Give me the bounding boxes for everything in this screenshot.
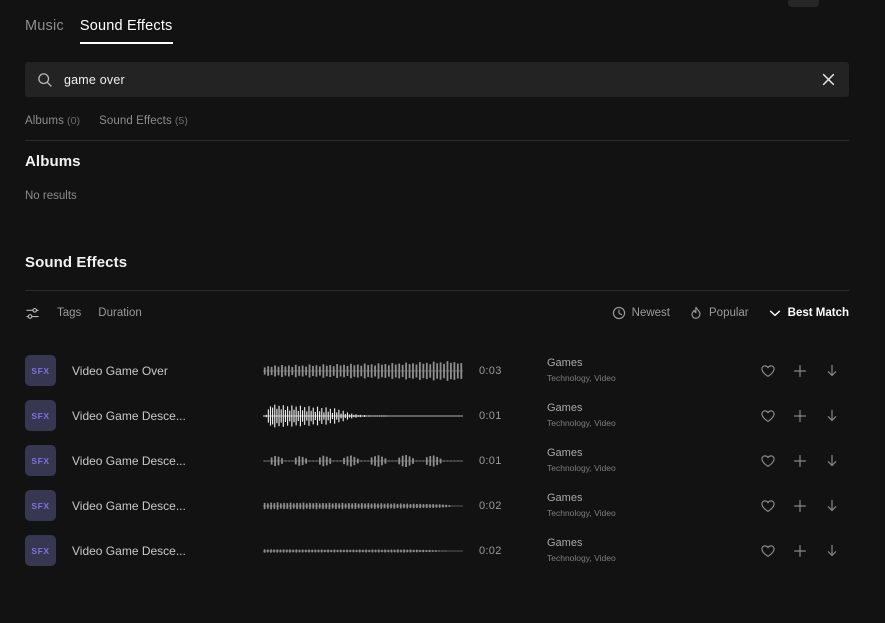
add-icon[interactable] [791,452,809,470]
sort-newest-label: Newest [631,307,670,319]
filter-sort-bar: Tags Duration Newest Popular Best Match [25,303,849,323]
waveform[interactable] [263,404,463,428]
track-tag-secondary[interactable]: Technology, Video [547,553,727,564]
track-tags: Games Technology, Video [547,537,727,563]
add-icon[interactable] [791,497,809,515]
divider-above-filterbar [25,290,849,291]
download-icon[interactable] [823,497,841,515]
track-duration: 0:02 [479,499,502,512]
clear-search-button[interactable] [815,67,841,93]
track-tag-secondary[interactable]: Technology, Video [547,463,727,474]
sort-controls: Newest Popular Best Match [612,306,849,320]
download-icon[interactable] [823,362,841,380]
track-tag-secondary[interactable]: Technology, Video [547,508,727,519]
sort-popular[interactable]: Popular [689,306,749,320]
track-duration: 0:02 [479,544,502,557]
track-actions [759,362,849,380]
track-row[interactable]: SFX Video Game Desce... 0:02 Games Technolog… [25,483,849,528]
sfx-badge[interactable]: SFX [25,355,56,386]
flame-icon [689,306,703,320]
sound-effects-section-title: Sound Effects [25,254,128,271]
sort-best-match-label: Best Match [787,307,849,319]
track-tag-secondary[interactable]: Technology, Video [547,373,727,384]
clipped-top-element [788,0,819,7]
sfx-badge[interactable]: SFX [25,490,56,521]
sort-newest[interactable]: Newest [612,306,670,320]
track-tags: Games Technology, Video [547,447,727,473]
favorite-icon[interactable] [759,452,777,470]
track-tag-primary[interactable]: Games [547,402,727,416]
filter-tags-label: Tags [57,307,82,319]
sfx-badge[interactable]: SFX [25,400,56,431]
albums-empty-message: No results [25,190,77,202]
scope-tab-albums[interactable]: Albums (0) [25,115,80,127]
waveform[interactable] [263,539,463,563]
filter-tags[interactable]: Tags [57,307,81,319]
track-duration: 0:01 [479,454,502,467]
download-icon[interactable] [823,407,841,425]
track-duration: 0:01 [479,409,502,422]
track-title[interactable]: Video Game Desce... [72,544,197,558]
download-icon[interactable] [823,452,841,470]
divider-above-albums [25,140,849,141]
waveform[interactable] [263,449,463,473]
favorite-icon[interactable] [759,407,777,425]
track-title[interactable]: Video Game Desce... [72,409,197,423]
sound-effects-search-page: Music Sound Effects Albums (0) Sound Effec… [0,0,885,623]
track-tags: Games Technology, Video [547,357,727,383]
track-actions [759,497,849,515]
track-actions [759,542,849,560]
scope-tab-label: Albums [25,115,64,127]
scope-tab-sound-effects[interactable]: Sound Effects (5) [99,115,188,127]
track-tag-primary[interactable]: Games [547,447,727,461]
sort-best-match[interactable]: Best Match [768,306,849,320]
scope-tab-count: (5) [171,115,188,127]
track-tag-secondary[interactable]: Technology, Video [547,418,727,429]
add-icon[interactable] [791,542,809,560]
main-tab-sound-effects[interactable]: Sound Effects [79,18,173,44]
track-duration: 0:03 [479,364,502,377]
track-title[interactable]: Video Game Desce... [72,499,197,513]
track-tag-primary[interactable]: Games [547,537,727,551]
sfx-badge[interactable]: SFX [25,445,56,476]
track-actions [759,452,849,470]
favorite-icon[interactable] [759,542,777,560]
sliders-icon[interactable] [25,306,40,321]
favorite-icon[interactable] [759,497,777,515]
track-tags: Games Technology, Video [547,402,727,428]
filter-duration[interactable]: Duration [98,307,141,319]
main-tab-music[interactable]: Music [25,18,64,44]
track-row[interactable]: SFX Video Game Desce... 0:01 Games Technolog… [25,393,849,438]
search-bar[interactable] [25,62,849,97]
filter-controls: Tags Duration [25,306,142,321]
chevron-down-icon [768,306,782,320]
track-row[interactable]: SFX Video Game Desce... 0:01 Games Technolog… [25,438,849,483]
add-icon[interactable] [791,362,809,380]
waveform[interactable] [263,359,463,383]
result-scope-tabs: Albums (0) Sound Effects (5) [25,115,188,127]
track-tag-primary[interactable]: Games [547,492,727,506]
add-icon[interactable] [791,407,809,425]
favorite-icon[interactable] [759,362,777,380]
search-icon [37,72,53,88]
sound-effects-list: SFX Video Game Over 0:03 Games Technology, V… [25,348,849,573]
search-input[interactable] [64,72,815,87]
albums-section-title: Albums [25,153,81,170]
track-title[interactable]: Video Game Over [72,364,197,378]
sort-popular-label: Popular [709,307,749,319]
sfx-badge[interactable]: SFX [25,535,56,566]
clock-icon [612,306,626,320]
main-tabs: Music Sound Effects [25,18,173,44]
scope-tab-count: (0) [63,115,81,127]
track-tags: Games Technology, Video [547,492,727,518]
waveform[interactable] [263,494,463,518]
scope-tab-label: Sound Effects [99,115,172,127]
filter-duration-label: Duration [98,307,142,319]
download-icon[interactable] [823,542,841,560]
track-actions [759,407,849,425]
track-title[interactable]: Video Game Desce... [72,454,197,468]
track-row[interactable]: SFX Video Game Over 0:03 Games Technology, V… [25,348,849,393]
track-row[interactable]: SFX Video Game Desce... 0:02 Games Technolog… [25,528,849,573]
track-tag-primary[interactable]: Games [547,357,727,371]
